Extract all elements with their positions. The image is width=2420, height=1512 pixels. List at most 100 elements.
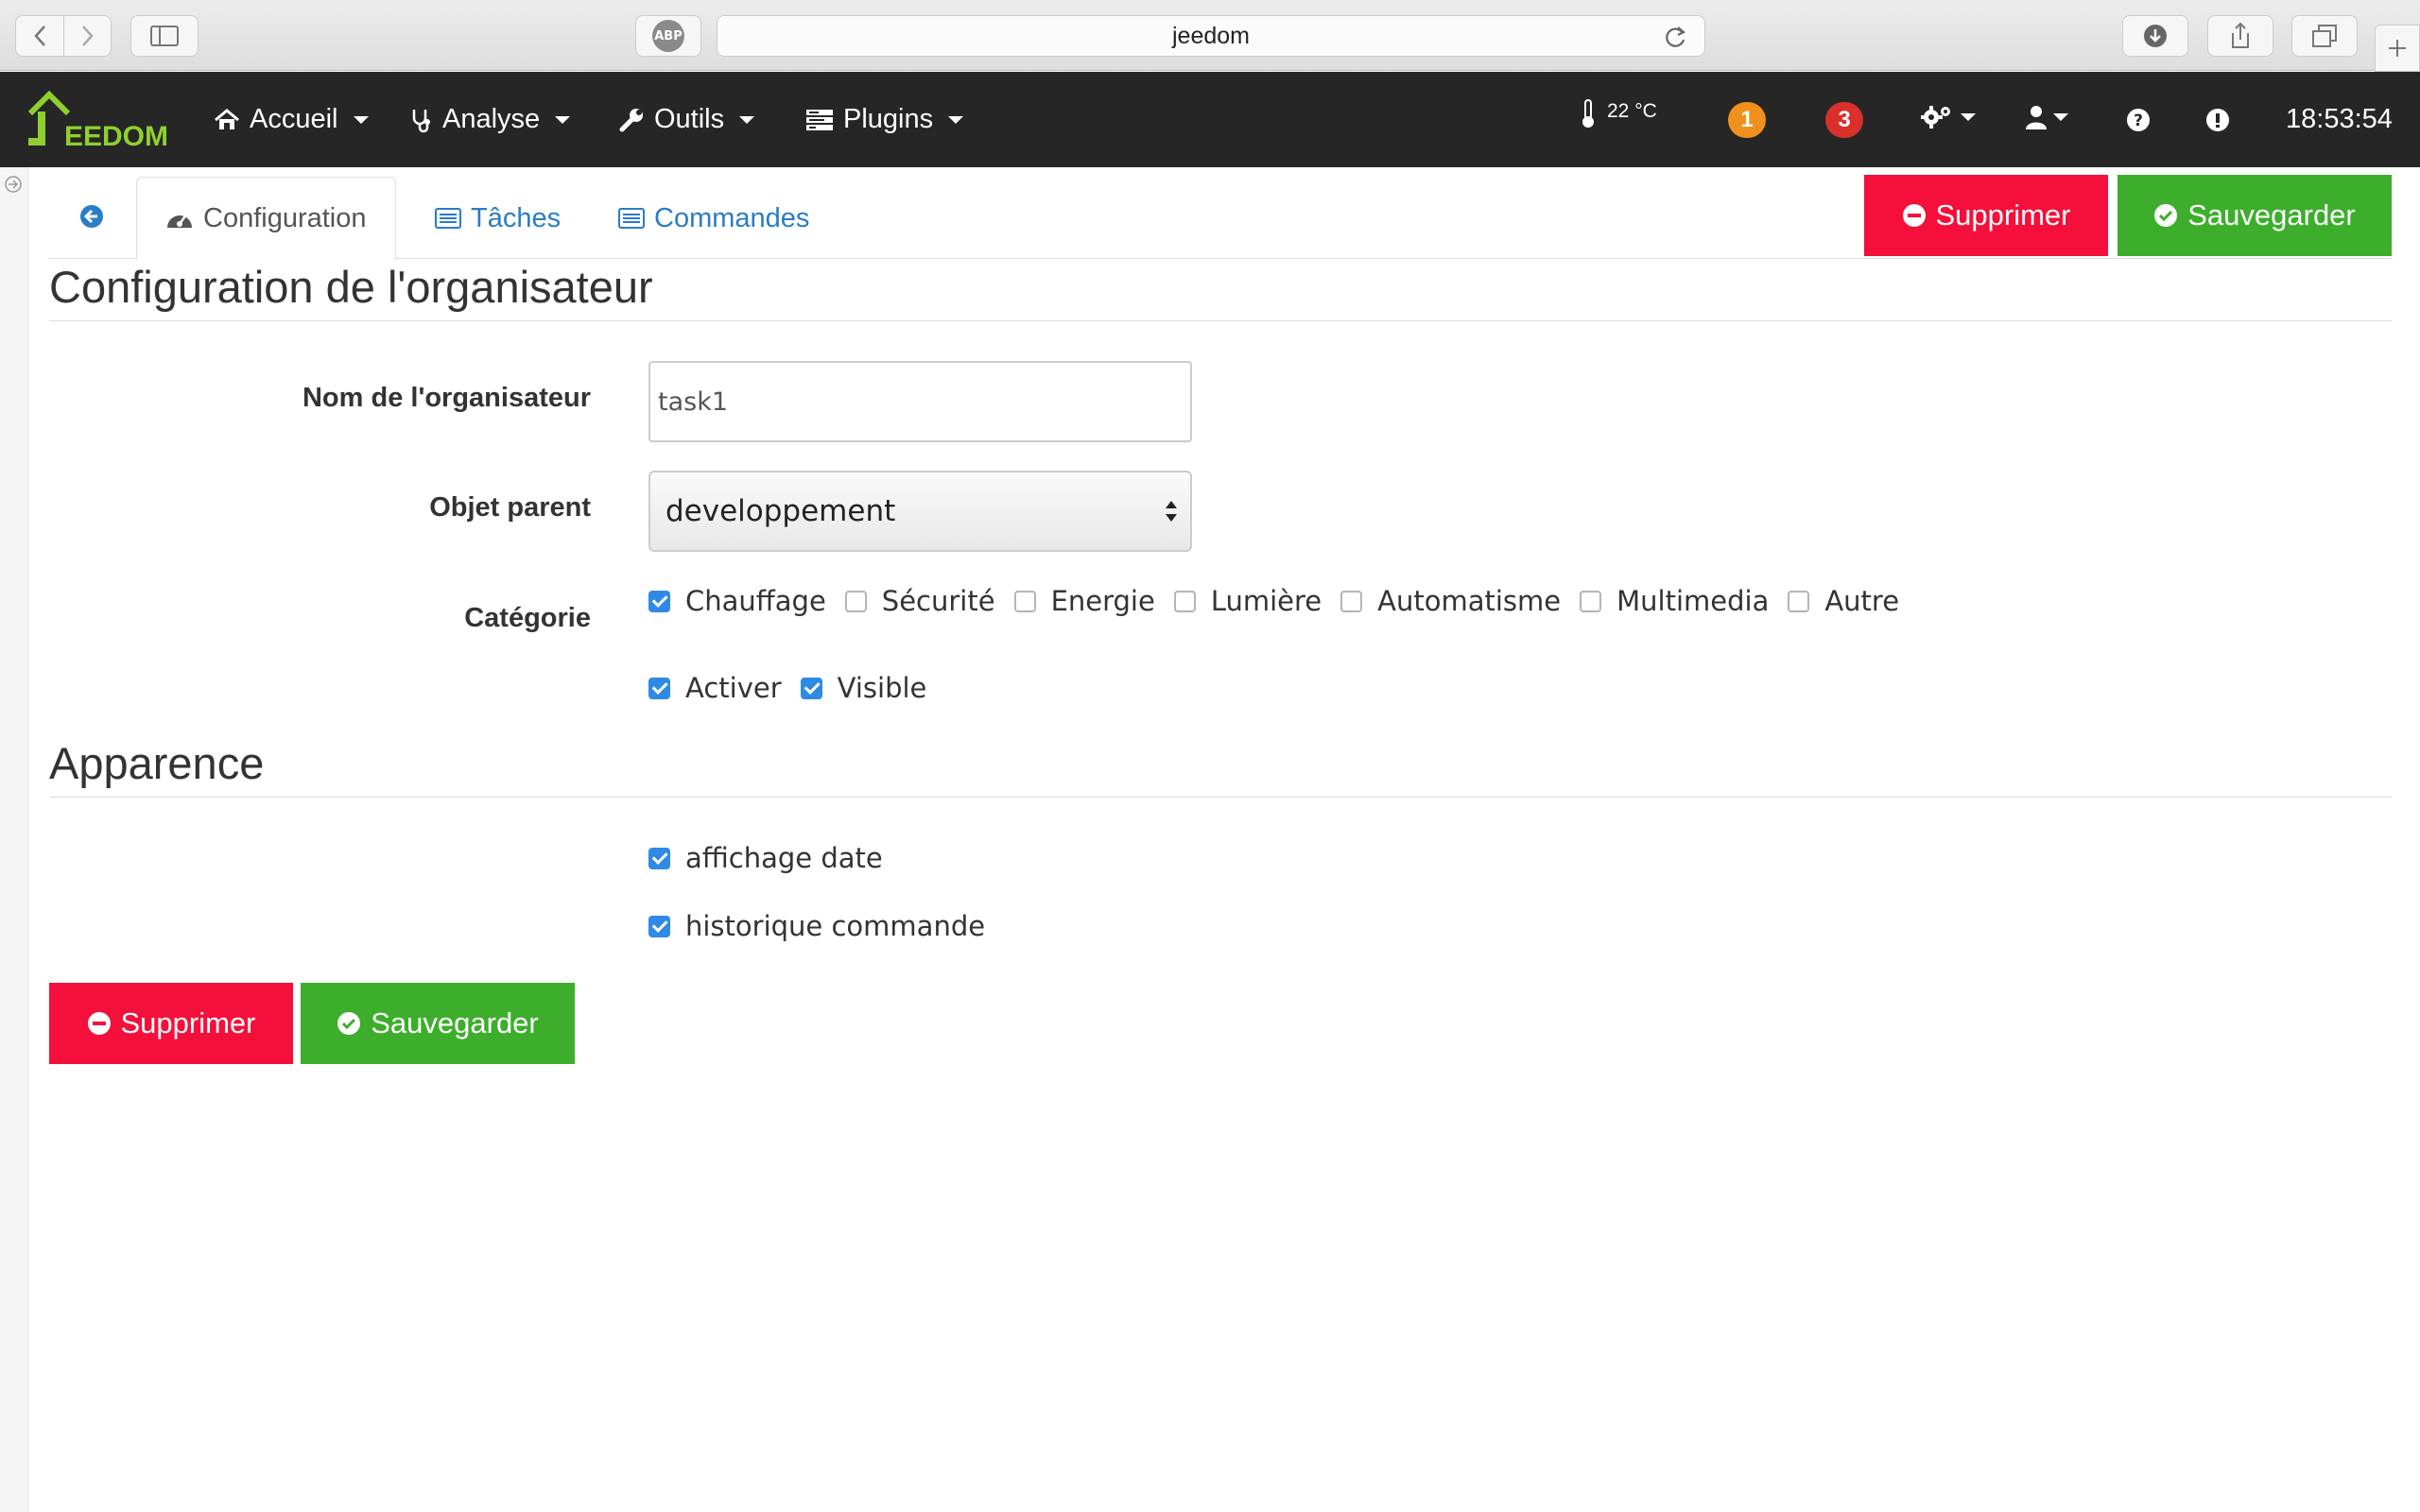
url-text: jeedom [1172, 22, 1250, 49]
tab-commandes-label: Commandes [654, 202, 810, 233]
user-icon [2026, 106, 2047, 129]
config-legend: Configuration de l'organisateur [49, 261, 2392, 321]
svg-text:?: ? [2134, 112, 2143, 130]
tab-configuration[interactable]: Configuration [136, 177, 396, 260]
alerts-badge[interactable]: 3 [1825, 102, 1863, 138]
chevron-left-icon [34, 26, 45, 46]
caret-down-icon [2053, 113, 2068, 121]
sidebar-toggle-button[interactable] [130, 15, 199, 57]
forward-button[interactable] [63, 16, 111, 56]
menu-outils-label: Outils [654, 104, 725, 134]
temperature-widget[interactable]: 22 °C [1581, 98, 1657, 129]
help-icon[interactable]: ? [2126, 108, 2151, 132]
save-button-top[interactable]: Sauvegarder [2118, 175, 2392, 256]
menu-analyse[interactable]: Analyse [410, 72, 571, 167]
tab-taches[interactable]: Tâches [435, 177, 561, 260]
category-label: Catégorie [464, 603, 591, 633]
save-label: Sauvegarder [2187, 198, 2356, 232]
download-icon [2144, 25, 2167, 47]
save-label: Sauvegarder [371, 1006, 539, 1040]
menu-plugins-label: Plugins [843, 104, 934, 134]
checkbox[interactable] [648, 915, 670, 937]
checkbox-label: Chauffage [685, 585, 826, 617]
parent-select-value: developpement [666, 494, 896, 528]
checkbox-label: historique commande [685, 910, 986, 942]
warning-icon[interactable] [2205, 108, 2230, 132]
checkbox[interactable] [1013, 590, 1036, 612]
menu-outils[interactable]: Outils [618, 72, 755, 167]
adblock-button[interactable]: ABP [635, 15, 701, 57]
downloads-button[interactable] [2122, 15, 2188, 57]
equipment-tabs: Configuration Tâches Commandes Supprimer… [49, 167, 2392, 260]
enable-checkbox[interactable]: Activer [648, 672, 782, 704]
delete-button-bottom[interactable]: Supprimer [49, 983, 293, 1064]
dashboard-icon [167, 214, 192, 228]
delete-label: Supprimer [1935, 198, 2071, 232]
category-energie[interactable]: Energie [1013, 585, 1155, 617]
show-date-checkbox[interactable]: affichage date [648, 842, 883, 874]
checkbox[interactable] [1173, 590, 1196, 612]
checkbox[interactable] [648, 590, 670, 612]
clock: 18:53:54 [2286, 104, 2393, 134]
save-button-bottom[interactable]: Sauvegarder [301, 983, 575, 1064]
category-lumiere[interactable]: Lumière [1173, 585, 1322, 617]
checkbox[interactable] [1340, 590, 1363, 612]
name-input[interactable]: task1 [648, 361, 1192, 442]
caret-down-icon [353, 115, 369, 124]
messages-badge[interactable]: 1 [1728, 102, 1766, 138]
category-multimedia[interactable]: Multimedia [1580, 585, 1769, 617]
check-circle-icon [2154, 204, 2178, 227]
temperature-value: 22 °C [1607, 100, 1657, 122]
chevron-right-icon [81, 26, 94, 46]
category-autre[interactable]: Autre [1788, 585, 1899, 617]
tasks-icon [806, 109, 833, 130]
menu-accueil[interactable]: Accueil [214, 72, 369, 167]
delete-label: Supprimer [120, 1006, 256, 1040]
parent-select[interactable]: developpement [648, 471, 1192, 552]
history-checkbox[interactable]: historique commande [648, 910, 985, 942]
new-tab-button[interactable] [2375, 25, 2420, 72]
reload-icon[interactable] [1663, 24, 1687, 50]
menu-plugins[interactable]: Plugins [805, 72, 964, 167]
tab-configuration-label: Configuration [203, 202, 367, 233]
top-navbar: EEDOM Accueil Analyse Outils Plugins 22 … [0, 72, 2420, 167]
category-automatisme[interactable]: Automatisme [1340, 585, 1561, 617]
user-menu[interactable] [2025, 104, 2068, 130]
back-arrow-icon[interactable] [79, 204, 104, 229]
tabs-icon [2312, 25, 2337, 47]
checkbox[interactable] [1580, 590, 1602, 612]
history-row: historique commande [648, 909, 1004, 943]
expand-panel-icon[interactable] [4, 175, 23, 194]
settings-menu[interactable] [1921, 104, 1976, 130]
left-rail [0, 167, 28, 1512]
tabs-overview-button[interactable] [2291, 15, 2358, 57]
visible-checkbox[interactable]: Visible [800, 672, 926, 704]
checkbox-label: affichage date [685, 842, 883, 874]
caret-down-icon [555, 115, 571, 124]
checkbox-label: Autre [1824, 585, 1900, 617]
category-chauffage[interactable]: Chauffage [648, 585, 826, 617]
share-button[interactable] [2207, 15, 2273, 57]
name-label: Nom de l'organisateur [302, 383, 591, 413]
back-button[interactable] [16, 16, 63, 56]
checkbox[interactable] [1788, 590, 1810, 612]
address-bar[interactable]: jeedom [717, 15, 1705, 57]
jeedom-logo[interactable]: EEDOM [25, 89, 166, 151]
checkbox[interactable] [648, 847, 670, 869]
delete-button-top[interactable]: Supprimer [1864, 175, 2108, 256]
stethoscope-icon [412, 109, 430, 132]
checkbox-label: Multimedia [1616, 585, 1770, 617]
checkbox[interactable] [648, 677, 670, 699]
checkbox-label: Activer [685, 672, 782, 704]
checkbox[interactable] [844, 590, 867, 612]
appearance-legend: Apparence [49, 737, 2392, 798]
show-date-row: affichage date [648, 841, 902, 875]
thermometer-icon [1582, 99, 1594, 128]
home-icon [215, 108, 239, 129]
parent-label: Objet parent [429, 492, 591, 523]
sidebar-icon [150, 26, 179, 46]
tab-commandes[interactable]: Commandes [618, 177, 809, 260]
select-arrows-icon [1166, 501, 1177, 522]
category-securite[interactable]: Sécurité [844, 585, 995, 617]
checkbox[interactable] [800, 677, 822, 699]
